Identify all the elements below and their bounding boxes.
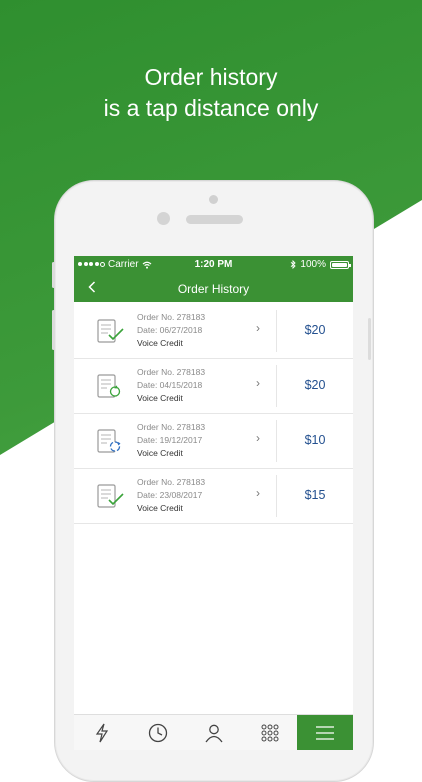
bluetooth-icon bbox=[291, 260, 297, 269]
tab-topup[interactable] bbox=[74, 715, 129, 750]
mute-switch bbox=[52, 262, 55, 288]
person-icon bbox=[204, 724, 223, 743]
tab-profile[interactable] bbox=[186, 715, 241, 750]
menu-icon bbox=[316, 726, 334, 740]
document-sync-icon bbox=[97, 429, 121, 453]
order-type: Voice Credit bbox=[137, 338, 183, 348]
document-check-icon bbox=[97, 484, 124, 508]
chevron-right-icon: › bbox=[256, 376, 260, 390]
order-row[interactable]: Order No. 278183 Date: 23/08/2017 Voice … bbox=[74, 469, 353, 524]
chevron-right-icon: › bbox=[256, 486, 260, 500]
order-type: Voice Credit bbox=[137, 393, 183, 403]
sensor-dot bbox=[209, 195, 218, 204]
dialpad-icon bbox=[261, 724, 278, 742]
battery-percent: 100% bbox=[300, 259, 326, 270]
document-refresh-icon bbox=[97, 374, 121, 398]
order-row[interactable]: Order No. 278183 Date: 06/27/2018 Voice … bbox=[74, 304, 353, 359]
front-camera bbox=[157, 212, 170, 225]
order-price: $20 bbox=[304, 378, 326, 392]
order-number: Order No. 278183 bbox=[137, 477, 206, 487]
battery-icon bbox=[330, 260, 351, 269]
order-number: Order No. 278183 bbox=[137, 312, 206, 322]
app-screen: Carrier 1:20 PM 100% Order History Order… bbox=[74, 256, 353, 750]
tab-history[interactable] bbox=[130, 715, 185, 750]
order-date: Date: 19/12/2017 bbox=[137, 435, 203, 445]
order-type: Voice Credit bbox=[137, 503, 183, 513]
clock-icon bbox=[148, 723, 167, 743]
headline-line-1: Order history bbox=[144, 64, 278, 90]
chevron-right-icon: › bbox=[256, 321, 260, 335]
tab-bar bbox=[74, 714, 353, 750]
page-title: Order History bbox=[177, 282, 250, 296]
tab-menu[interactable] bbox=[297, 715, 353, 750]
earpiece-speaker bbox=[186, 215, 243, 224]
headline-line-2: is a tap distance only bbox=[103, 95, 319, 121]
tab-dialpad[interactable] bbox=[242, 715, 297, 750]
order-date: Date: 06/27/2018 bbox=[137, 325, 203, 335]
status-bar: Carrier 1:20 PM 100% bbox=[74, 256, 353, 274]
power-button bbox=[368, 318, 371, 360]
order-price: $15 bbox=[304, 488, 326, 502]
order-date: Date: 23/08/2017 bbox=[137, 490, 203, 500]
document-check-icon bbox=[97, 319, 124, 343]
order-row[interactable]: Order No. 278183 Date: 19/12/2017 Voice … bbox=[74, 414, 353, 469]
order-price: $20 bbox=[304, 323, 326, 337]
nav-bar: Order History bbox=[74, 274, 353, 302]
promo-headline: Order history is a tap distance only bbox=[0, 62, 422, 124]
order-number: Order No. 278183 bbox=[137, 422, 206, 432]
order-list: Order No. 278183 Date: 06/27/2018 Voice … bbox=[74, 304, 353, 524]
chevron-right-icon: › bbox=[256, 431, 260, 445]
lightning-icon bbox=[95, 723, 108, 743]
volume-up-button bbox=[52, 310, 55, 350]
order-date: Date: 04/15/2018 bbox=[137, 380, 203, 390]
order-row[interactable]: Order No. 278183 Date: 04/15/2018 Voice … bbox=[74, 359, 353, 414]
order-number: Order No. 278183 bbox=[137, 367, 206, 377]
order-type: Voice Credit bbox=[137, 448, 183, 458]
order-price: $10 bbox=[304, 433, 326, 447]
